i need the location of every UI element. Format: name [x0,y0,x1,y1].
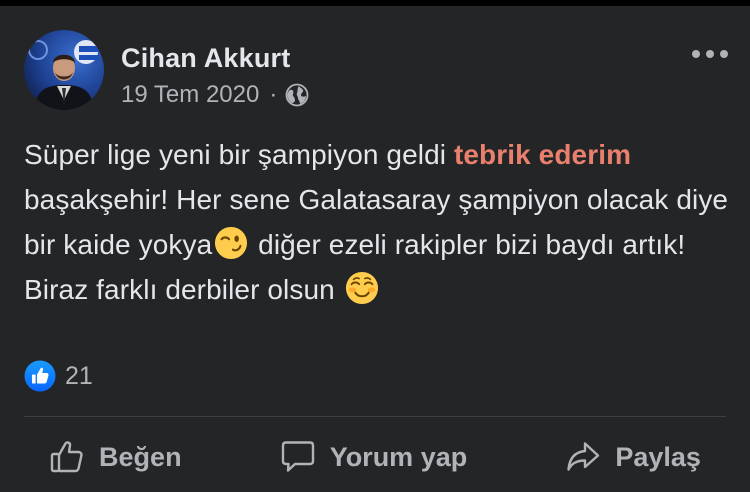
post-card: Cihan Akkurt 19 Tem 2020 · Süper lige ye… [0,6,750,492]
post-text-part: Süper lige yeni bir şampiyon geldi [24,139,454,170]
reaction-summary[interactable]: 21 [24,360,93,392]
author-name[interactable]: Cihan Akkurt [121,42,309,74]
action-bar: Beğen Yorum yap Paylaş [0,430,750,484]
globe-icon [285,83,309,107]
comment-button[interactable]: Yorum yap [280,439,468,475]
like-badge-icon [24,360,56,392]
post-text-highlight[interactable]: tebrik ederim [454,139,631,170]
share-button-label: Paylaş [615,441,701,472]
more-options-icon[interactable] [692,46,728,62]
avatar-image [24,30,104,110]
like-button-label: Beğen [99,441,182,472]
avatar[interactable] [24,30,104,110]
more-dot [692,50,700,58]
post-text: Süper lige yeni bir şampiyon geldi tebri… [24,132,729,312]
like-button[interactable]: Beğen [49,439,182,475]
more-dot [706,50,714,58]
thumbs-up-icon [50,441,83,473]
winking-face-emoji-icon [215,226,248,260]
smiling-face-emoji-icon [345,271,378,305]
post-meta: 19 Tem 2020 · [121,80,309,110]
comment-button-label: Yorum yap [329,441,468,472]
divider [24,416,726,417]
share-button[interactable]: Paylaş [565,439,701,475]
reaction-count: 21 [65,361,93,390]
author-block: Cihan Akkurt 19 Tem 2020 · [121,42,309,110]
more-dot [720,50,728,58]
post-date[interactable]: 19 Tem 2020 [121,80,259,110]
meta-separator: · [269,81,278,108]
post-header: Cihan Akkurt 19 Tem 2020 · [24,30,309,112]
share-icon [567,442,600,471]
comment-icon [281,441,314,472]
